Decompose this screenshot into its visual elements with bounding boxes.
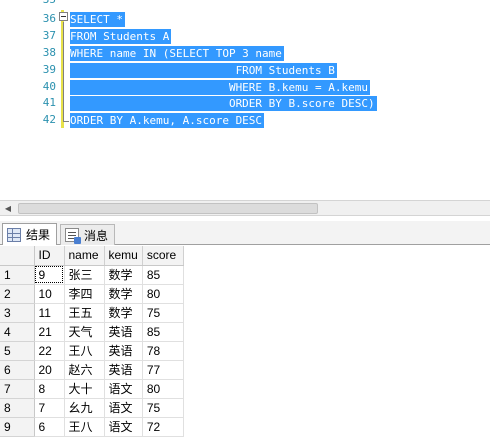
line-number: 36 bbox=[42, 12, 56, 25]
grid-icon bbox=[7, 227, 21, 242]
cell-kemu[interactable]: 英语 bbox=[104, 360, 143, 380]
row-number[interactable]: 7 bbox=[0, 379, 35, 399]
cell-name[interactable]: 大十 bbox=[64, 379, 105, 399]
table-row[interactable]: 9 6 王八 语文 72 bbox=[0, 417, 184, 437]
cell-kemu[interactable]: 英语 bbox=[104, 341, 143, 361]
cell-id[interactable]: 8 bbox=[34, 379, 65, 399]
row-number[interactable]: 6 bbox=[0, 360, 35, 380]
tab-results[interactable]: 结果 bbox=[2, 223, 58, 245]
column-header-kemu[interactable]: kemu bbox=[104, 246, 143, 266]
cell-id[interactable]: 22 bbox=[34, 341, 65, 361]
cell-score[interactable]: 85 bbox=[142, 265, 184, 285]
cell-id[interactable]: 6 bbox=[34, 417, 65, 437]
code-line-text: ORDER BY B.score DESC) bbox=[70, 96, 377, 111]
code-line-text: WHERE name IN (SELECT TOP 3 name bbox=[70, 46, 284, 61]
code-line-text: WHERE B.kemu = A.kemu bbox=[70, 80, 371, 95]
column-header-id[interactable]: ID bbox=[34, 246, 65, 266]
code-line-text: FROM Students A bbox=[70, 29, 172, 44]
row-number[interactable]: 3 bbox=[0, 303, 35, 323]
cell-name[interactable]: 幺九 bbox=[64, 398, 105, 418]
results-table: ID name kemu score 1 9 张三 数学 85 2 10 李四 数学 80 3 11 王… bbox=[0, 246, 184, 437]
cell-id[interactable]: 20 bbox=[34, 360, 65, 380]
code-line[interactable]: FROM Students B bbox=[70, 63, 337, 78]
row-number[interactable]: 5 bbox=[0, 341, 35, 361]
cell-name[interactable]: 天气 bbox=[64, 322, 105, 342]
cell-id[interactable]: 21 bbox=[34, 322, 65, 342]
sql-editor[interactable]: 35 36 37 38 39 40 41 42 SELECT * FROM St… bbox=[0, 0, 490, 200]
scroll-left-icon[interactable]: ◀ bbox=[1, 202, 15, 215]
cell-name[interactable]: 王八 bbox=[64, 417, 105, 437]
cell-id[interactable]: 11 bbox=[34, 303, 65, 323]
cell-score[interactable]: 77 bbox=[142, 360, 184, 380]
line-number: 42 bbox=[42, 113, 56, 126]
cell-id[interactable]: 10 bbox=[34, 284, 65, 304]
row-number[interactable]: 2 bbox=[0, 284, 35, 304]
collapse-icon[interactable] bbox=[59, 12, 68, 21]
code-line[interactable]: SELECT * bbox=[70, 12, 125, 27]
row-number[interactable]: 4 bbox=[0, 322, 35, 342]
cell-kemu[interactable]: 数学 bbox=[104, 303, 143, 323]
column-header-name[interactable]: name bbox=[64, 246, 105, 266]
tab-messages-label: 消息 bbox=[84, 228, 109, 243]
cell-name[interactable]: 赵六 bbox=[64, 360, 105, 380]
line-number: 38 bbox=[42, 46, 56, 59]
outline-line-end bbox=[63, 121, 69, 122]
line-number-gutter: 35 36 37 38 39 40 41 42 bbox=[0, 0, 60, 200]
cell-kemu[interactable]: 英语 bbox=[104, 322, 143, 342]
table-row[interactable]: 7 8 大十 语文 80 bbox=[0, 379, 184, 399]
cell-score[interactable]: 80 bbox=[142, 379, 184, 399]
cell-name[interactable]: 李四 bbox=[64, 284, 105, 304]
message-icon bbox=[65, 228, 81, 244]
cell-score[interactable]: 80 bbox=[142, 284, 184, 304]
line-number: 35 bbox=[0, 0, 56, 6]
cell-score[interactable]: 75 bbox=[142, 398, 184, 418]
row-header-corner[interactable] bbox=[0, 246, 35, 266]
code-line[interactable]: ORDER BY A.kemu, A.score DESC bbox=[70, 113, 265, 128]
code-line[interactable]: ORDER BY B.score DESC) bbox=[70, 96, 377, 111]
table-row[interactable]: 2 10 李四 数学 80 bbox=[0, 284, 184, 304]
row-number[interactable]: 8 bbox=[0, 398, 35, 418]
header-row: ID name kemu score bbox=[0, 246, 184, 266]
cell-score[interactable]: 72 bbox=[142, 417, 184, 437]
table-row[interactable]: 6 20 赵六 英语 77 bbox=[0, 360, 184, 380]
table-row[interactable]: 4 21 天气 英语 85 bbox=[0, 322, 184, 342]
code-line-text: FROM Students B bbox=[70, 63, 337, 78]
horizontal-scrollbar[interactable]: ◀ bbox=[0, 200, 490, 216]
code-line-text: SELECT * bbox=[70, 12, 125, 27]
cell-score[interactable]: 85 bbox=[142, 322, 184, 342]
cell-name[interactable]: 王五 bbox=[64, 303, 105, 323]
cell-name[interactable]: 张三 bbox=[64, 265, 105, 285]
line-number: 37 bbox=[42, 29, 56, 42]
tab-messages[interactable]: 消息 bbox=[60, 224, 116, 245]
row-number[interactable]: 9 bbox=[0, 417, 35, 437]
cell-score[interactable]: 75 bbox=[142, 303, 184, 323]
table-row[interactable]: 8 7 幺九 语文 75 bbox=[0, 398, 184, 418]
results-grid[interactable]: ID name kemu score 1 9 张三 数学 85 2 10 李四 数学 80 3 11 王… bbox=[0, 246, 490, 446]
cell-score[interactable]: 78 bbox=[142, 341, 184, 361]
cell-kemu[interactable]: 数学 bbox=[104, 284, 143, 304]
results-tab-bar: 结果 消息 bbox=[0, 221, 490, 245]
outline-line bbox=[63, 22, 64, 122]
code-line[interactable]: WHERE name IN (SELECT TOP 3 name bbox=[70, 46, 284, 61]
cell-kemu[interactable]: 语文 bbox=[104, 417, 143, 437]
cell-name[interactable]: 王八 bbox=[64, 341, 105, 361]
table-row[interactable]: 5 22 王八 英语 78 bbox=[0, 341, 184, 361]
code-line[interactable]: FROM Students A bbox=[70, 29, 172, 44]
scrollbar-thumb[interactable] bbox=[18, 203, 318, 214]
cell-kemu[interactable]: 语文 bbox=[104, 398, 143, 418]
line-number: 40 bbox=[42, 80, 56, 93]
cell-id[interactable]: 7 bbox=[34, 398, 65, 418]
cell-kemu[interactable]: 数学 bbox=[104, 265, 143, 285]
table-row[interactable]: 1 9 张三 数学 85 bbox=[0, 265, 184, 285]
line-number: 39 bbox=[42, 63, 56, 76]
line-number: 41 bbox=[42, 96, 56, 109]
column-header-score[interactable]: score bbox=[142, 246, 184, 266]
code-line[interactable]: WHERE B.kemu = A.kemu bbox=[70, 80, 371, 95]
cell-kemu[interactable]: 语文 bbox=[104, 379, 143, 399]
tab-results-label: 结果 bbox=[26, 228, 51, 242]
table-row[interactable]: 3 11 王五 数学 75 bbox=[0, 303, 184, 323]
row-number[interactable]: 1 bbox=[0, 265, 35, 285]
code-line-text: ORDER BY A.kemu, A.score DESC bbox=[70, 113, 265, 128]
cell-id[interactable]: 9 bbox=[34, 265, 65, 285]
